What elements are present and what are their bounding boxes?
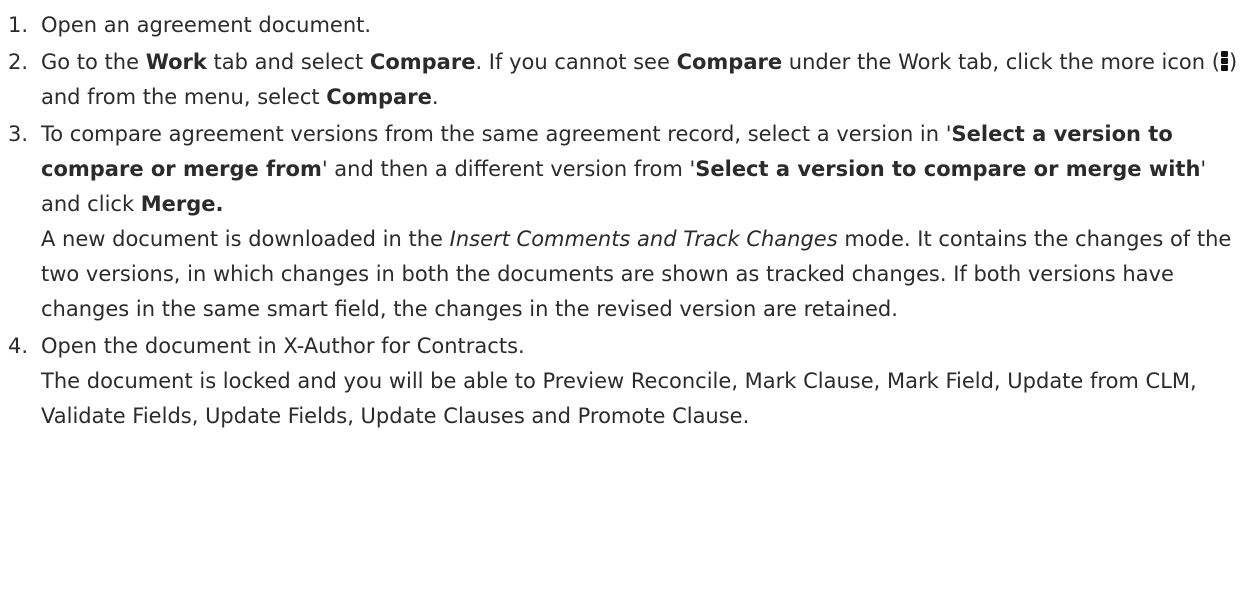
step-text: Open the document in X-Author for Contra… (41, 334, 525, 358)
merge-label: Merge. (140, 192, 224, 216)
step-text: Go to the (41, 50, 146, 74)
compare-label: Compare (326, 85, 432, 109)
step-text: ' and then a different version from ' (321, 157, 696, 181)
step-result-paragraph: A new document is downloaded in the Inse… (41, 222, 1252, 327)
step-1: 1. Open an agreement document. (0, 8, 1252, 43)
step-text: . (431, 85, 439, 109)
step-3: 3. To compare agreement versions from th… (0, 117, 1252, 327)
step-text: tab and select (206, 50, 370, 74)
step-number: 3. (8, 122, 29, 146)
step-text: To compare agreement versions from the s… (41, 122, 952, 146)
step-4: 4. Open the document in X-Author for Con… (0, 329, 1252, 434)
step-number: 4. (8, 334, 29, 358)
mode-name: Insert Comments and Track Changes (449, 227, 838, 251)
more-vertical-icon (1220, 50, 1228, 72)
instruction-steps: 1. Open an agreement document. 2. Go to … (0, 0, 1252, 434)
work-tab-label: Work (145, 50, 207, 74)
step-text: Open an agreement document. (41, 13, 372, 37)
step-text: under the Work tab, click the more icon … (782, 50, 1220, 74)
select-with-label: Select a version to compare or merge wit… (695, 157, 1201, 181)
step-2: 2. Go to the Work tab and select Compare… (0, 45, 1252, 115)
compare-label: Compare (369, 50, 476, 74)
step-text: . If you cannot see (475, 50, 677, 74)
step-text: A new document is downloaded in the (41, 227, 450, 251)
step-number: 2. (8, 50, 29, 74)
compare-label: Compare (676, 50, 783, 74)
step-result-paragraph: The document is locked and you will be a… (41, 369, 1197, 428)
step-number: 1. (8, 13, 29, 37)
